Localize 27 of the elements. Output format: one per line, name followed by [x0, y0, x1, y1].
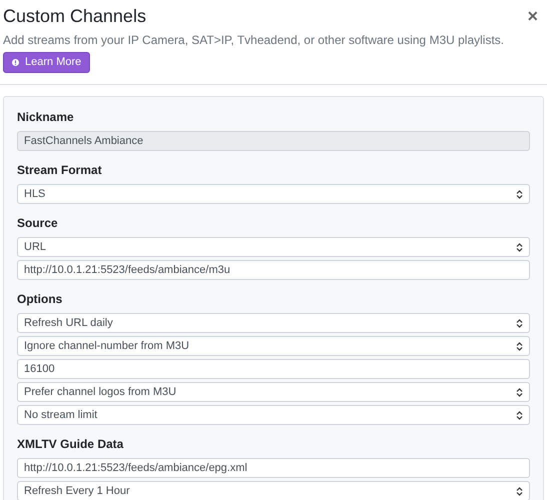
field-label: Options — [17, 291, 64, 307]
learn-more-button[interactable]: Learn More — [3, 52, 90, 73]
select-field[interactable]: URL — [17, 237, 530, 257]
select-field[interactable]: HLS — [17, 184, 530, 204]
select-field[interactable]: Refresh Every 1 Hour — [17, 481, 530, 500]
chevron-updown-icon — [516, 486, 523, 496]
chevron-updown-icon — [516, 318, 523, 328]
field-label: Source — [17, 215, 59, 231]
dialog-title: Custom Channels — [3, 5, 146, 28]
chevron-updown-icon — [516, 190, 523, 198]
chevron-updown-icon — [516, 410, 523, 420]
chevron-updown-icon — [516, 242, 523, 252]
chevron-updown-icon — [516, 388, 523, 396]
close-button[interactable]: × — [527, 7, 538, 25]
input-field[interactable]: 16100 — [17, 359, 530, 379]
input-field[interactable]: http://10.0.1.21:5523/feeds/ambiance/epg.xml — [17, 458, 530, 478]
field-label: Nickname — [17, 109, 75, 125]
chevron-updown-icon — [516, 342, 523, 350]
select-field[interactable]: No stream limit — [17, 405, 530, 425]
select-field[interactable]: Ignore channel-number from M3U — [17, 336, 530, 356]
input-field[interactable]: http://10.0.1.21:5523/feeds/ambiance/m3u — [17, 260, 530, 280]
field-label: Stream Format — [17, 162, 103, 178]
description-text: Add streams from your IP Camera, SAT>IP, Tvheadend, or other software using M3U playlists. — [3, 32, 505, 48]
info-icon — [12, 59, 19, 66]
field-label: XMLTV Guide Data — [17, 436, 124, 452]
select-field[interactable]: Refresh URL daily — [17, 313, 530, 333]
select-field[interactable]: Prefer channel logos from M3U — [17, 382, 530, 402]
